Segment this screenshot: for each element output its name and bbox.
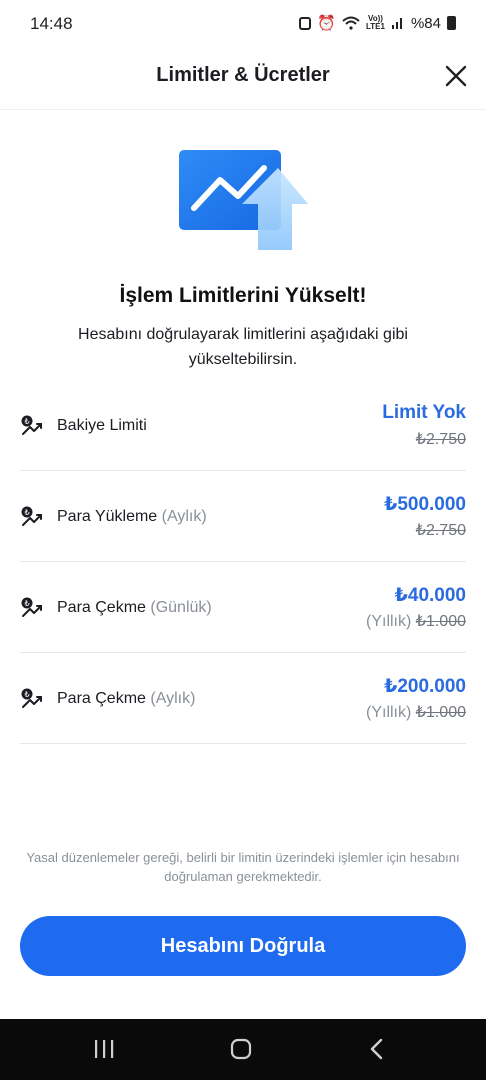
limit-old-amount: ₺1.000 xyxy=(415,704,466,721)
limit-new-value: ₺40.000 xyxy=(394,585,466,606)
limit-old-prefix: (Yıllık) xyxy=(366,704,412,721)
network-text: LTE1 xyxy=(366,22,385,31)
limit-label: Bakiye Limiti xyxy=(57,417,147,435)
limit-row-withdraw-daily: ₺ Para Çekme (Günlük) ₺40.000 (Yıllık) ₺… xyxy=(20,562,466,653)
status-time: 14:48 xyxy=(30,14,73,33)
home-icon[interactable] xyxy=(221,1037,261,1061)
limit-old-amount: ₺2.750 xyxy=(415,431,466,448)
recent-apps-icon[interactable] xyxy=(84,1037,124,1061)
lira-trend-icon: ₺ xyxy=(21,415,42,435)
limit-row-balance: ₺ Bakiye Limiti Limit Yok ₺2.750 xyxy=(20,380,466,471)
lira-trend-icon: ₺ xyxy=(21,597,42,617)
limit-row-withdraw-monthly: ₺ Para Çekme (Aylık) ₺200.000 (Yıllık) ₺… xyxy=(20,653,466,744)
limit-old-amount: ₺1.000 xyxy=(415,613,466,630)
close-icon[interactable] xyxy=(442,62,470,90)
svg-text:₺: ₺ xyxy=(24,690,29,699)
limit-list: ₺ Bakiye Limiti Limit Yok ₺2.750 ₺ Para … xyxy=(20,380,466,744)
lira-trend-icon: ₺ xyxy=(21,506,42,526)
svg-text:₺: ₺ xyxy=(24,417,29,426)
verify-account-button-label: Hesabını Doğrula xyxy=(160,934,326,957)
limit-label: Para Çekme (Günlük) xyxy=(57,599,212,617)
system-nav-bar xyxy=(0,1019,486,1080)
page-title: Limitler & Ücretler xyxy=(156,64,330,86)
volte-indicator: Vo)) LTE1 xyxy=(366,15,385,31)
verify-account-button[interactable]: Hesabını Doğrula xyxy=(20,916,466,976)
battery-text: %84 xyxy=(410,14,441,32)
limit-period: (Aylık) xyxy=(150,690,196,707)
limit-old-prefix: (Yıllık) xyxy=(366,613,412,630)
battery-icon xyxy=(447,16,456,30)
signal-icon xyxy=(391,18,402,29)
status-icons: ⏰ Vo)) LTE1 %84 xyxy=(299,14,456,32)
limit-old-value: ₺2.750 xyxy=(416,429,466,449)
limit-old-amount: ₺2.750 xyxy=(415,522,466,539)
limit-label-text: Para Çekme xyxy=(57,690,146,707)
limit-label: Para Çekme (Aylık) xyxy=(57,690,195,708)
limit-period: (Aylık) xyxy=(161,508,207,525)
svg-text:₺: ₺ xyxy=(24,508,29,517)
section-title: İşlem Limitlerini Yükselt! xyxy=(119,284,367,307)
header: Limitler & Ücretler xyxy=(0,48,486,110)
limit-label: Para Yükleme (Aylık) xyxy=(57,508,207,526)
limit-period: (Günlük) xyxy=(150,599,212,616)
lira-trend-icon: ₺ xyxy=(21,688,42,708)
legal-note: Yasal düzenlemeler gereği, belirli bir l… xyxy=(26,850,460,884)
limit-old-value: ₺2.750 xyxy=(416,520,466,540)
notification-icon xyxy=(299,16,312,30)
section-description: Hesabını doğrulayarak limitlerini aşağıd… xyxy=(78,326,408,368)
limit-label-text: Para Yükleme xyxy=(57,508,158,525)
limit-old-value: (Yıllık) ₺1.000 xyxy=(366,702,466,722)
limit-new-value: ₺200.000 xyxy=(384,676,466,697)
status-bar: 14:48 ⏰ Vo)) LTE1 %84 xyxy=(0,0,486,48)
back-icon[interactable] xyxy=(357,1037,397,1061)
limit-old-value: (Yıllık) ₺1.000 xyxy=(366,611,466,631)
limit-new-value: Limit Yok xyxy=(382,402,466,423)
chart-up-arrow-illustration xyxy=(179,150,308,250)
wifi-icon xyxy=(342,16,360,30)
svg-text:₺: ₺ xyxy=(24,599,29,608)
limit-new-value: ₺500.000 xyxy=(384,494,466,515)
limit-row-deposit-monthly: ₺ Para Yükleme (Aylık) ₺500.000 ₺2.750 xyxy=(20,471,466,562)
alarm-icon: ⏰ xyxy=(317,15,336,32)
limit-label-text: Para Çekme xyxy=(57,599,146,616)
limit-label-text: Bakiye Limiti xyxy=(57,417,147,434)
